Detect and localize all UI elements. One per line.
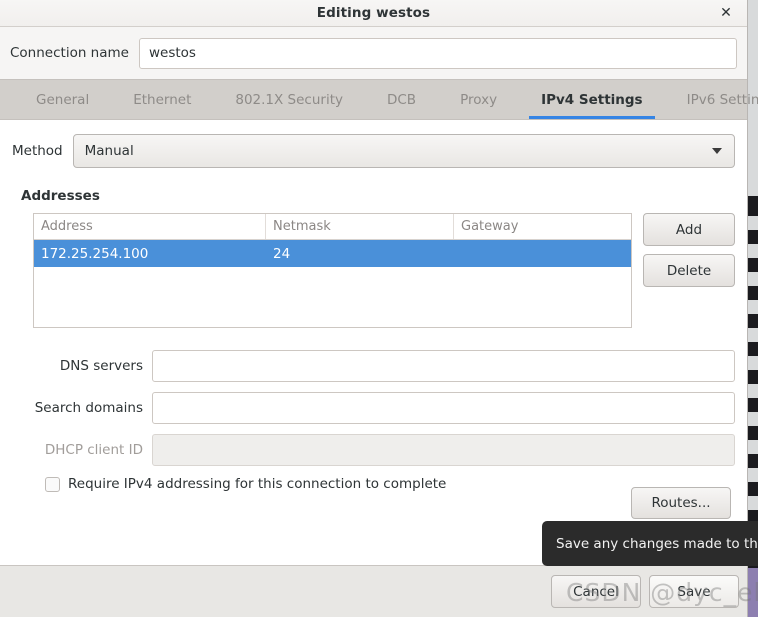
tab-general[interactable]: General bbox=[14, 80, 111, 119]
delete-address-button[interactable]: Delete bbox=[643, 254, 735, 287]
screenshot-root: Editing westos ✕ Connection name westos … bbox=[0, 0, 758, 617]
tab-8021x-security[interactable]: 802.1X Security bbox=[213, 80, 365, 119]
require-ipv4-checkbox[interactable] bbox=[45, 476, 60, 492]
desktop-band bbox=[748, 440, 758, 454]
desktop-band bbox=[748, 412, 758, 426]
desktop-band bbox=[748, 468, 758, 482]
require-ipv4-label: Require IPv4 addressing for this connect… bbox=[68, 476, 447, 492]
save-tooltip-text: Save any changes made to th bbox=[556, 535, 758, 552]
connection-name-row: Connection name westos bbox=[0, 27, 747, 79]
desktop-band bbox=[748, 216, 758, 230]
desktop-band bbox=[748, 356, 758, 370]
desktop-band bbox=[748, 300, 758, 314]
method-dropdown[interactable]: Manual bbox=[72, 134, 735, 168]
desktop-band bbox=[748, 384, 758, 398]
column-header-gateway: Gateway bbox=[461, 219, 519, 234]
tab-ethernet[interactable]: Ethernet bbox=[111, 80, 213, 119]
search-domains-row: Search domains bbox=[12, 392, 735, 424]
table-row[interactable]: 172.25.254.100 24 bbox=[34, 240, 631, 267]
addresses-area: Address Netmask Gateway 172.25.254.100 2… bbox=[33, 213, 735, 328]
cell-gateway bbox=[454, 240, 631, 267]
dhcp-client-id-label: DHCP client ID bbox=[44, 442, 143, 458]
method-selected-value: Manual bbox=[84, 143, 134, 159]
addresses-table[interactable]: Address Netmask Gateway 172.25.254.100 2… bbox=[33, 213, 632, 328]
desktop-band bbox=[748, 568, 758, 617]
cancel-button[interactable]: Cancel bbox=[551, 575, 641, 608]
dialog-action-bar: Cancel Save bbox=[0, 565, 747, 617]
method-label: Method bbox=[12, 143, 63, 159]
desktop-band bbox=[748, 496, 758, 510]
chevron-down-icon bbox=[712, 148, 722, 154]
dhcp-client-id-input bbox=[152, 434, 735, 466]
tab-ipv6-settings[interactable]: IPv6 Settings bbox=[665, 80, 758, 119]
dns-servers-input[interactable] bbox=[152, 350, 735, 382]
connection-name-input[interactable]: westos bbox=[138, 37, 737, 69]
ipv4-settings-pane: Method Manual Addresses Address Netmask … bbox=[0, 119, 747, 565]
desktop-band bbox=[748, 328, 758, 342]
column-header-netmask: Netmask bbox=[266, 214, 454, 239]
tab-bar: General Ethernet 802.1X Security DCB Pro… bbox=[0, 79, 758, 119]
tab-proxy[interactable]: Proxy bbox=[438, 80, 519, 119]
desktop-band bbox=[748, 272, 758, 286]
table-header-row: Address Netmask Gateway bbox=[34, 214, 631, 240]
titlebar: Editing westos ✕ bbox=[0, 0, 747, 27]
search-domains-input[interactable] bbox=[152, 392, 735, 424]
routes-button[interactable]: Routes... bbox=[631, 487, 731, 519]
column-header-address: Address bbox=[34, 214, 266, 239]
addresses-heading: Addresses bbox=[21, 188, 100, 204]
tab-dcb[interactable]: DCB bbox=[365, 80, 438, 119]
save-tooltip: Save any changes made to th bbox=[542, 521, 758, 566]
save-button[interactable]: Save bbox=[649, 575, 739, 608]
connection-name-label: Connection name bbox=[10, 45, 129, 61]
dhcp-client-id-row: DHCP client ID bbox=[12, 434, 735, 466]
dns-servers-row: DNS servers bbox=[12, 350, 735, 382]
cell-netmask: 24 bbox=[273, 245, 291, 262]
dns-form-rows: DNS servers Search domains DHCP client I… bbox=[12, 350, 735, 466]
search-domains-label: Search domains bbox=[34, 400, 143, 416]
add-address-button[interactable]: Add bbox=[643, 213, 735, 246]
dns-servers-label: DNS servers bbox=[59, 358, 143, 374]
window-title: Editing westos bbox=[316, 5, 431, 21]
address-actions: Add Delete bbox=[643, 213, 735, 328]
tab-ipv4-settings[interactable]: IPv4 Settings bbox=[519, 80, 665, 119]
method-row: Method Manual bbox=[12, 134, 735, 168]
cell-address: 172.25.254.100 bbox=[41, 245, 149, 262]
close-icon[interactable]: ✕ bbox=[717, 4, 735, 22]
desktop-band bbox=[748, 244, 758, 258]
